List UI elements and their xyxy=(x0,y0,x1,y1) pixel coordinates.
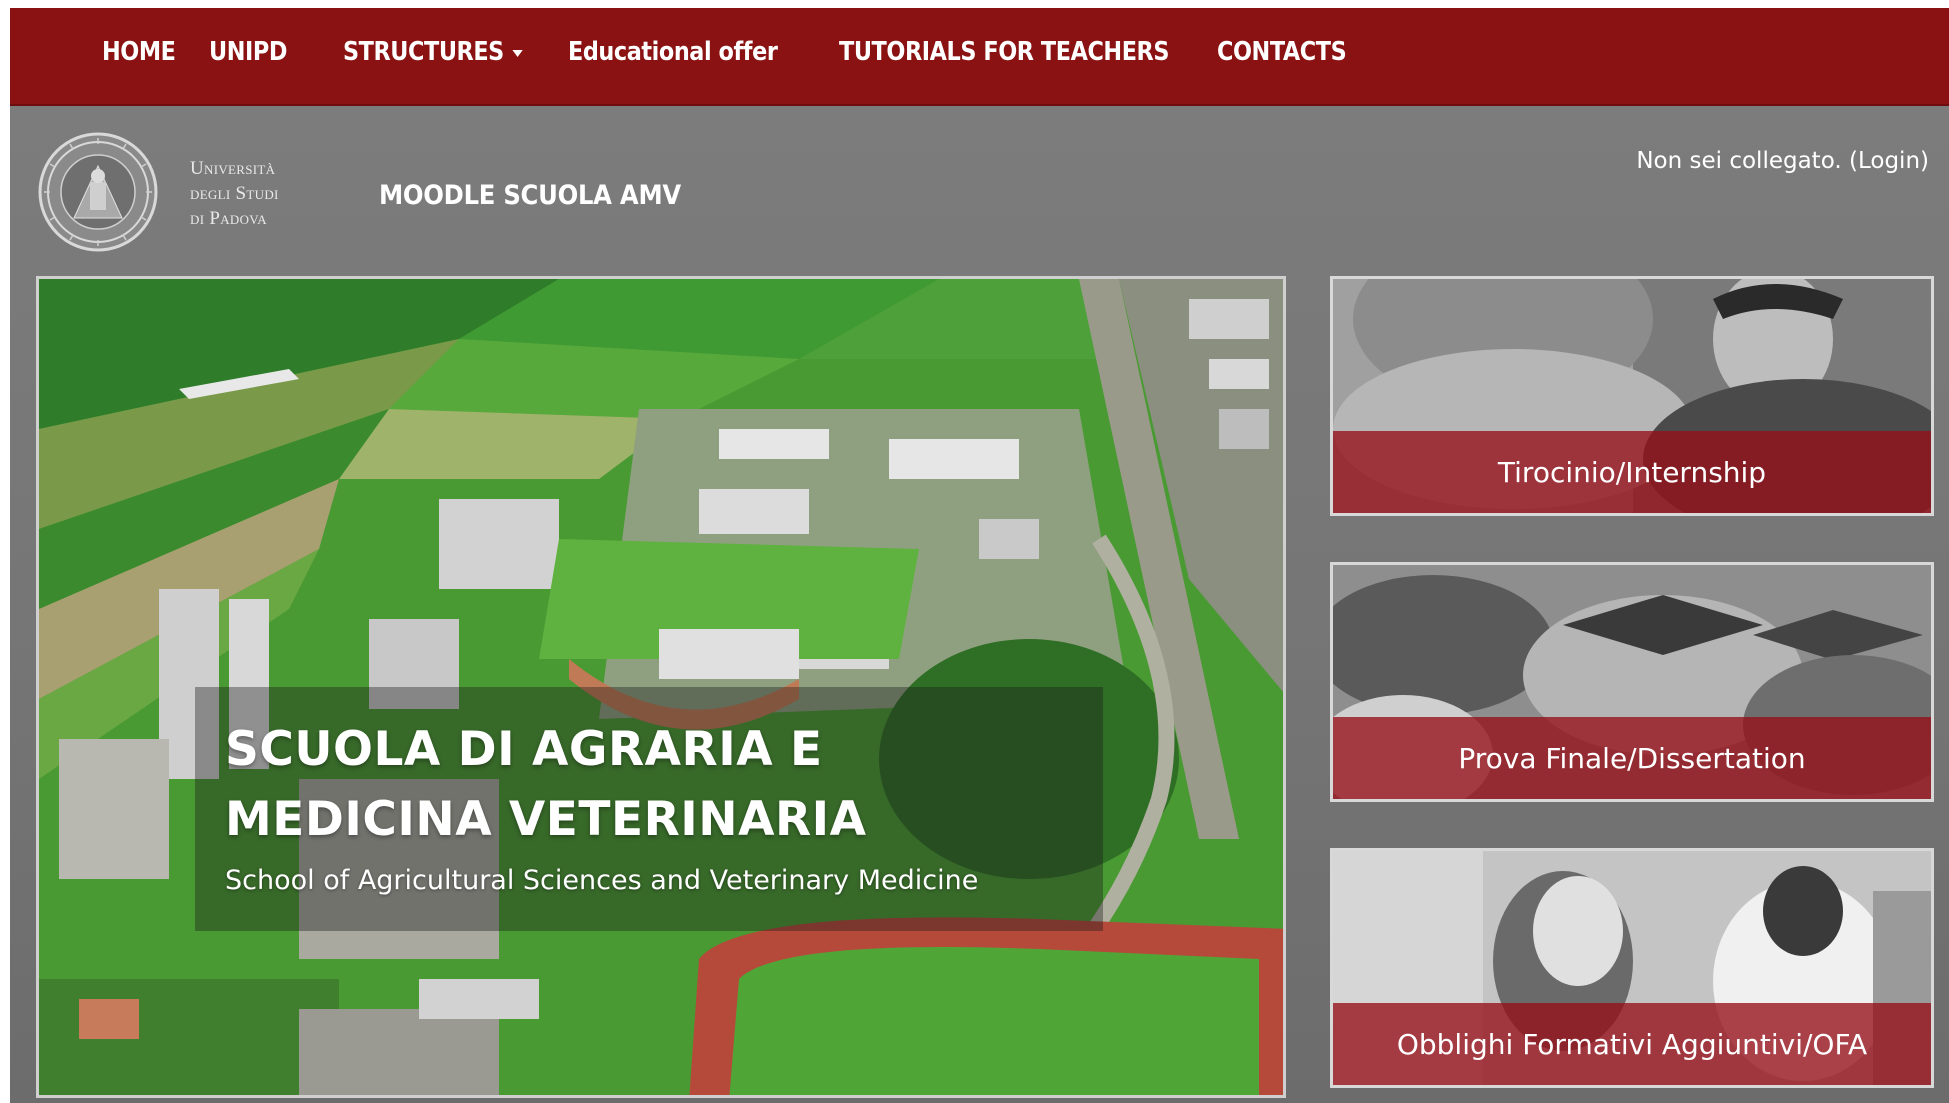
nav-item-unipd[interactable]: UNIPD xyxy=(209,32,324,72)
top-navbar: HOME UNIPD STRUCTURES Educational offer … xyxy=(10,8,1949,106)
card-dissertation[interactable]: Prova Finale/Dissertation xyxy=(1330,562,1934,802)
university-name-line: di Padova xyxy=(190,208,267,229)
nav-label: TUTORIALS FOR TEACHERS xyxy=(839,37,1170,67)
nav-label: Educational offer xyxy=(568,37,778,67)
hero-title-line: MEDICINA VETERINARIA xyxy=(225,792,867,847)
site-title[interactable]: MOODLE SCUOLA AMV xyxy=(379,180,681,211)
page-frame: HOME UNIPD STRUCTURES Educational offer … xyxy=(10,8,1949,1103)
hero-title-line: SCUOLA DI AGRARIA E xyxy=(225,722,823,777)
nav-label: HOME xyxy=(102,37,176,67)
hero-banner[interactable]: SCUOLA DI AGRARIA E MEDICINA VETERINARIA… xyxy=(36,276,1286,1098)
card-ofa[interactable]: Obblighi Formativi Aggiuntivi/OFA xyxy=(1330,848,1934,1088)
login-info: Non sei collegato. (Login) xyxy=(1636,148,1929,174)
card-band: Obblighi Formativi Aggiuntivi/OFA xyxy=(1333,1003,1931,1085)
card-label: Prova Finale/Dissertation xyxy=(1458,741,1806,775)
login-status-text: Non sei collegato. xyxy=(1636,148,1842,174)
nav-label: UNIPD xyxy=(209,37,287,67)
nav-menu: HOME UNIPD STRUCTURES Educational offer … xyxy=(102,32,1377,72)
nav-item-tutorials[interactable]: TUTORIALS FOR TEACHERS xyxy=(839,32,1169,72)
hero-title: SCUOLA DI AGRARIA E MEDICINA VETERINARIA xyxy=(225,715,1073,855)
university-name-line: Università xyxy=(190,158,276,179)
card-band: Tirocinio/Internship xyxy=(1333,431,1931,513)
card-label: Tirocinio/Internship xyxy=(1497,455,1767,489)
university-name-line: degli Studi xyxy=(190,183,279,204)
nav-item-structures[interactable]: STRUCTURES xyxy=(343,32,537,72)
chevron-down-icon xyxy=(512,49,523,57)
card-label: Obblighi Formativi Aggiuntivi/OFA xyxy=(1396,1027,1868,1061)
nav-item-home[interactable]: HOME xyxy=(102,32,194,72)
card-internship[interactable]: Tirocinio/Internship xyxy=(1330,276,1934,516)
nav-item-educational-offer[interactable]: Educational offer xyxy=(568,32,801,72)
university-name: Università degli Studi di Padova xyxy=(190,156,279,231)
hero-caption: SCUOLA DI AGRARIA E MEDICINA VETERINARIA… xyxy=(195,687,1103,931)
hero-subtitle: School of Agricultural Sciences and Vete… xyxy=(225,865,979,896)
login-link[interactable]: (Login) xyxy=(1849,148,1929,174)
card-band: Prova Finale/Dissertation xyxy=(1333,717,1931,799)
university-seal-logo[interactable] xyxy=(34,132,164,252)
nav-item-contacts[interactable]: CONTACTS xyxy=(1217,32,1355,72)
nav-label: STRUCTURES xyxy=(343,37,504,67)
nav-label: CONTACTS xyxy=(1217,37,1347,67)
